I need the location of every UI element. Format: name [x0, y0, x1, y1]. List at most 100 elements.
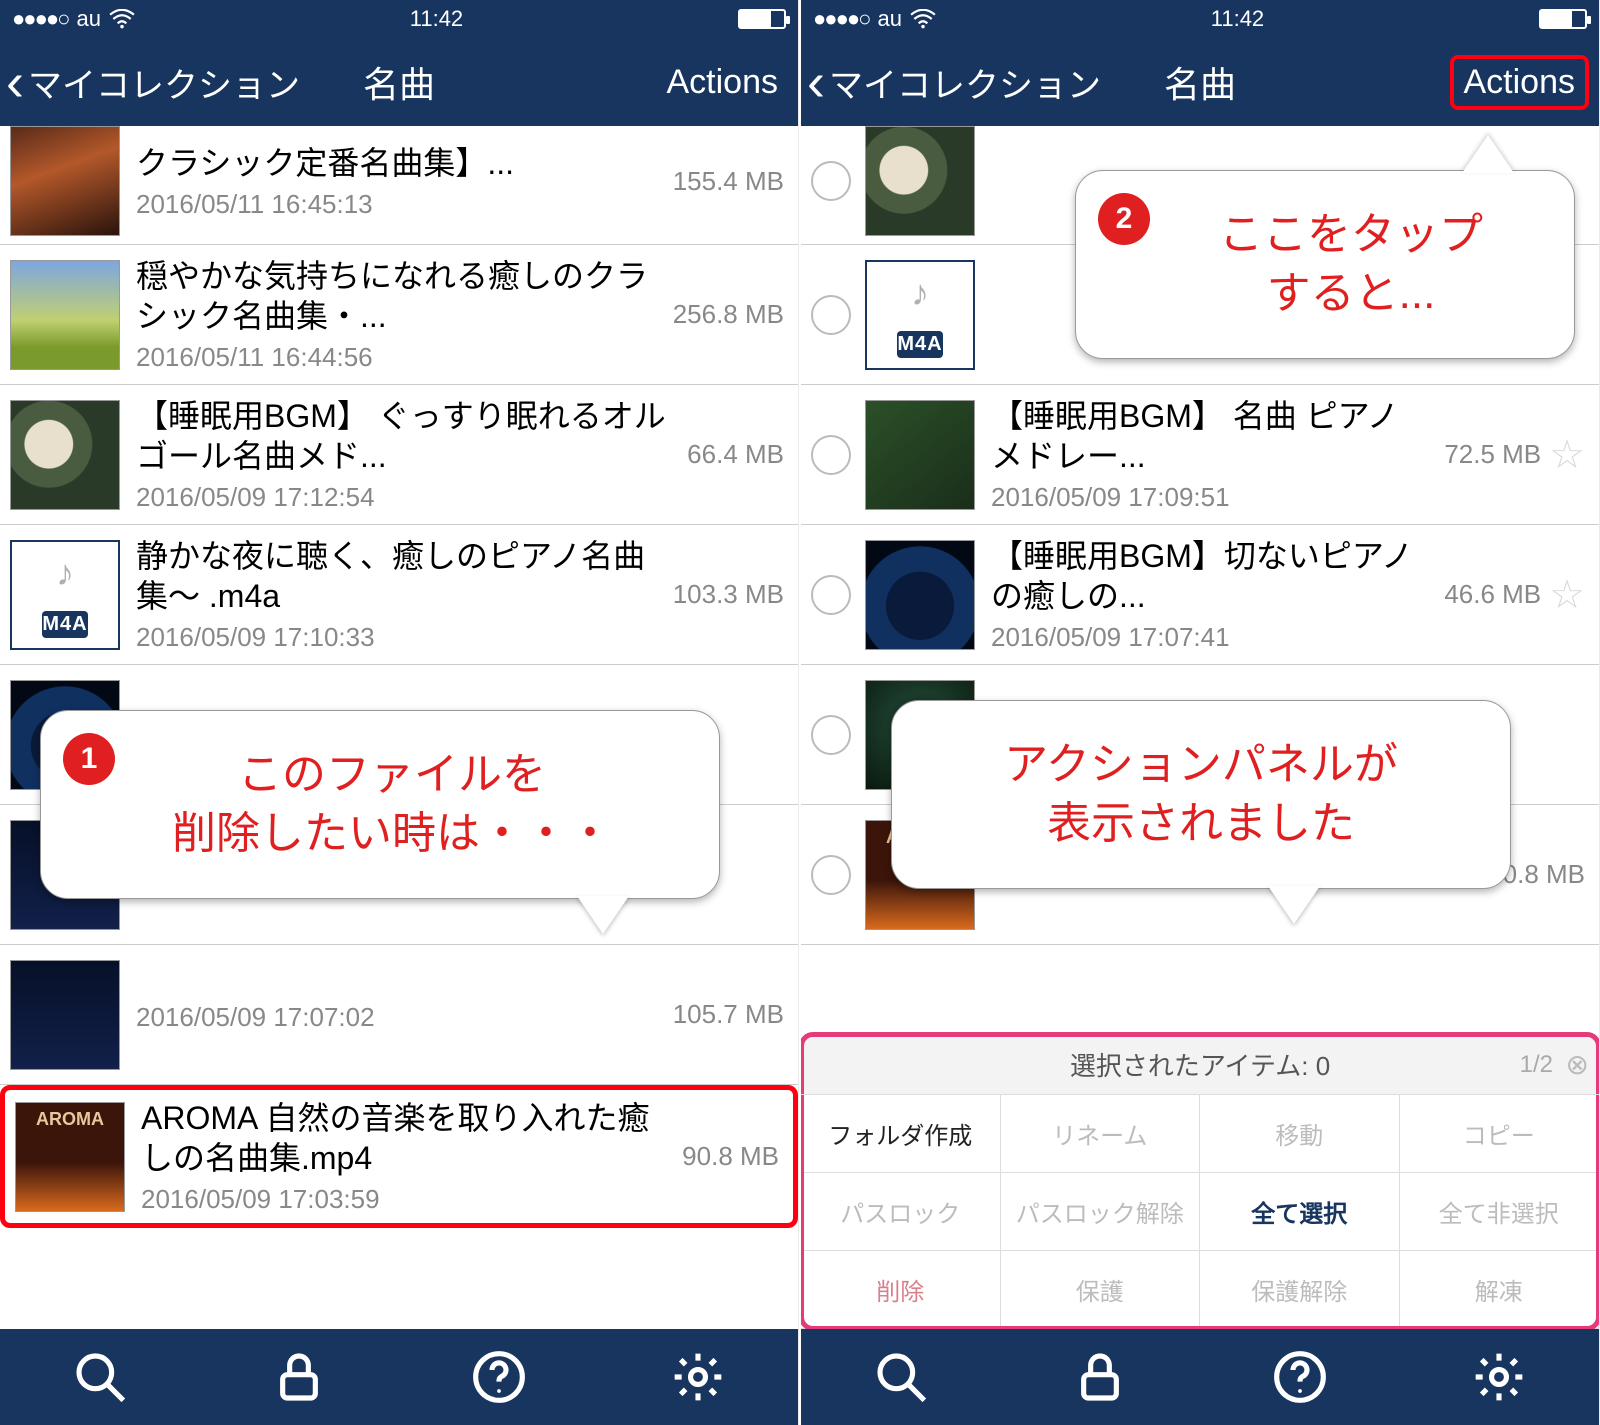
file-row[interactable]: 【睡眠用BGM】切ないピアノの癒しの... 2016/05/09 17:07:4… — [801, 525, 1599, 665]
callout-line: アクションパネルが — [936, 735, 1466, 794]
panel-close-icon[interactable]: ⊗ — [1566, 1048, 1589, 1081]
select-radio[interactable] — [811, 295, 851, 335]
actions-button[interactable]: Actions — [657, 59, 789, 106]
action-panel-button[interactable]: 全て非選択 — [1400, 1173, 1600, 1251]
carrier-label: au — [877, 6, 901, 32]
action-panel-button[interactable]: パスロック解除 — [1001, 1173, 1201, 1251]
callout-badge: 2 — [1098, 193, 1150, 245]
action-panel-button[interactable]: 削除 — [801, 1251, 1001, 1329]
file-size: 66.4 MB — [687, 439, 784, 470]
battery-icon — [1539, 9, 1587, 29]
search-icon[interactable] — [873, 1349, 929, 1405]
bottom-toolbar — [0, 1329, 798, 1425]
file-title: クラシック定番名曲集】... — [136, 143, 661, 183]
page-title: 名曲 — [363, 56, 435, 108]
file-type-icon: ♪M4A — [10, 540, 120, 650]
help-icon[interactable] — [471, 1349, 527, 1405]
selected-count-label: 選択されたアイテム: 0 — [1070, 1046, 1330, 1083]
select-radio[interactable] — [811, 715, 851, 755]
select-radio[interactable] — [811, 855, 851, 895]
lock-icon[interactable] — [271, 1349, 327, 1405]
file-date: 2016/05/09 17:07:02 — [136, 1002, 661, 1033]
settings-icon[interactable] — [1471, 1349, 1527, 1405]
back-chevron-icon[interactable]: ‹ — [2, 55, 28, 109]
callout-panel-shown: アクションパネルが 表示されました — [891, 700, 1511, 889]
action-panel-button[interactable]: パスロック — [801, 1173, 1001, 1251]
page-title: 名曲 — [1164, 56, 1236, 108]
file-size: 103.3 MB — [673, 579, 784, 610]
status-bar: ●●●●○ au 11:42 — [801, 0, 1599, 38]
file-size: 46.6 MB — [1444, 579, 1541, 610]
search-icon[interactable] — [72, 1349, 128, 1405]
favorite-star-icon[interactable]: ☆ — [1549, 572, 1585, 618]
action-panel-button[interactable]: リネーム — [1001, 1095, 1201, 1173]
file-date: 2016/05/09 17:12:54 — [136, 482, 675, 513]
file-title: 静かな夜に聴く、癒しのピアノ名曲集～ .m4a — [136, 536, 661, 616]
thumbnail: AROMA — [15, 1102, 125, 1212]
action-panel-header: 選択されたアイテム: 0 1/2 ⊗ — [801, 1035, 1599, 1095]
file-title: 【睡眠用BGM】切ないピアノの癒しの... — [991, 536, 1432, 616]
action-panel: 選択されたアイテム: 0 1/2 ⊗ フォルダ作成リネーム移動コピーパスロックパ… — [801, 1034, 1599, 1329]
file-row[interactable]: 2016/05/09 17:07:02 105.7 MB — [0, 945, 798, 1085]
back-label[interactable]: マイコレクション — [28, 58, 300, 107]
action-panel-button[interactable]: コピー — [1400, 1095, 1600, 1173]
thumbnail — [865, 540, 975, 650]
file-title: AROMA 自然の音楽を取り入れた癒しの名曲集.mp4 — [141, 1098, 670, 1178]
action-panel-button[interactable]: 保護解除 — [1200, 1251, 1400, 1329]
favorite-star-icon[interactable]: ☆ — [1549, 432, 1585, 478]
actions-button[interactable]: Actions — [1450, 55, 1590, 110]
nav-bar: ‹ マイコレクション 名曲 Actions — [801, 38, 1599, 126]
carrier-label: au — [76, 6, 100, 32]
callout-line: 表示されました — [936, 794, 1466, 853]
file-size: 105.7 MB — [673, 999, 784, 1030]
file-row[interactable]: 穏やかな気持ちになれる癒しのクラシック名曲集・... 2016/05/11 16… — [0, 245, 798, 385]
wifi-icon — [910, 9, 936, 29]
action-panel-button[interactable]: 解凍 — [1400, 1251, 1600, 1329]
file-date: 2016/05/11 16:44:56 — [136, 342, 661, 373]
settings-icon[interactable] — [670, 1349, 726, 1405]
callout-line: このファイルを — [109, 745, 675, 804]
back-label[interactable]: マイコレクション — [829, 58, 1101, 107]
screen-right: ●●●●○ au 11:42 ‹ マイコレクション 名曲 Actions ♪M4… — [801, 0, 1600, 1425]
status-bar: ●●●●○ au 11:42 — [0, 0, 798, 38]
file-size: 256.8 MB — [673, 299, 784, 330]
nav-bar: ‹ マイコレクション 名曲 Actions — [0, 38, 798, 126]
file-type-icon: ♪M4A — [865, 260, 975, 370]
screen-left: ●●●●○ au 11:42 ‹ マイコレクション 名曲 Actions クラシ… — [0, 0, 799, 1425]
callout-line: ここをタップ — [1172, 205, 1530, 264]
clock-label: 11:42 — [1211, 6, 1264, 32]
signal-dots-icon: ●●●●○ — [12, 6, 68, 32]
thumbnail — [865, 400, 975, 510]
select-radio[interactable] — [811, 161, 851, 201]
select-radio[interactable] — [811, 575, 851, 615]
file-row[interactable]: クラシック定番名曲集】... 2016/05/11 16:45:13 155.4… — [0, 126, 798, 245]
panel-page-label: 1/2 — [1520, 1051, 1553, 1079]
clock-label: 11:42 — [410, 6, 463, 32]
file-row[interactable]: ♪M4A 静かな夜に聴く、癒しのピアノ名曲集～ .m4a 2016/05/09 … — [0, 525, 798, 665]
action-panel-button[interactable]: フォルダ作成 — [801, 1095, 1001, 1173]
callout-line: 削除したい時は・・・ — [109, 804, 675, 863]
wifi-icon — [109, 9, 135, 29]
file-title: 【睡眠用BGM】 ぐっすり眠れるオルゴール名曲メド... — [136, 396, 675, 476]
callout-line: すると... — [1172, 264, 1530, 323]
file-date: 2016/05/11 16:45:13 — [136, 189, 661, 220]
file-date: 2016/05/09 17:10:33 — [136, 622, 661, 653]
file-row[interactable]: 【睡眠用BGM】 ぐっすり眠れるオルゴール名曲メド... 2016/05/09 … — [0, 385, 798, 525]
lock-icon[interactable] — [1072, 1349, 1128, 1405]
back-chevron-icon[interactable]: ‹ — [803, 55, 829, 109]
battery-icon — [738, 9, 786, 29]
file-size: 155.4 MB — [673, 166, 784, 197]
file-size: 72.5 MB — [1444, 439, 1541, 470]
signal-dots-icon: ●●●●○ — [813, 6, 869, 32]
help-icon[interactable] — [1272, 1349, 1328, 1405]
file-row[interactable]: 【睡眠用BGM】 名曲 ピアノ メドレー... 2016/05/09 17:09… — [801, 385, 1599, 525]
action-panel-button[interactable]: 保護 — [1001, 1251, 1201, 1329]
file-size: 90.8 MB — [682, 1141, 779, 1172]
action-panel-button[interactable]: 全て選択 — [1200, 1173, 1400, 1251]
file-date: 2016/05/09 17:07:41 — [991, 622, 1432, 653]
file-row[interactable]: AROMA AROMA 自然の音楽を取り入れた癒しの名曲集.mp4 2016/0… — [0, 1085, 798, 1228]
action-panel-button[interactable]: 移動 — [1200, 1095, 1400, 1173]
callout-badge: 1 — [63, 733, 115, 785]
file-title: 穏やかな気持ちになれる癒しのクラシック名曲集・... — [136, 256, 661, 336]
select-radio[interactable] — [811, 435, 851, 475]
